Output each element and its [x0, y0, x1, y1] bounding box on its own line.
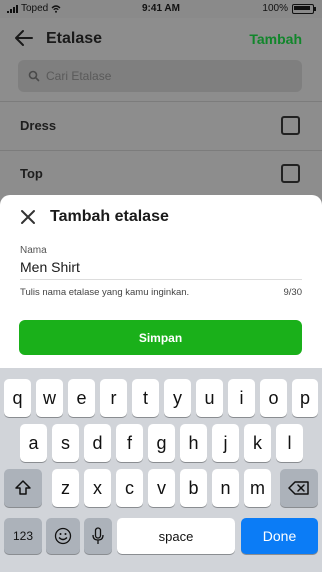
- name-field[interactable]: Men Shirt: [20, 259, 80, 275]
- battery-icon: [292, 3, 316, 14]
- close-icon[interactable]: [20, 209, 36, 225]
- emoji-key[interactable]: [46, 518, 80, 554]
- key-g[interactable]: g: [148, 424, 175, 462]
- key-s[interactable]: s: [52, 424, 79, 462]
- shift-icon: [15, 480, 31, 495]
- key-z[interactable]: z: [52, 469, 79, 507]
- char-counter: 9/30: [283, 287, 303, 298]
- add-showcase-sheet: Tambah etalase Nama Men Shirt Tulis nama…: [0, 195, 322, 375]
- key-r[interactable]: r: [100, 379, 127, 417]
- key-a[interactable]: a: [20, 424, 47, 462]
- key-h[interactable]: h: [180, 424, 207, 462]
- key-x[interactable]: x: [84, 469, 111, 507]
- search-input[interactable]: Cari Etalase: [18, 60, 302, 92]
- shift-key[interactable]: [4, 469, 42, 507]
- name-field-label: Nama: [20, 245, 47, 256]
- done-key[interactable]: Done: [241, 518, 318, 554]
- key-p[interactable]: p: [292, 379, 318, 417]
- back-arrow-icon[interactable]: [12, 26, 36, 50]
- key-o[interactable]: o: [260, 379, 287, 417]
- key-d[interactable]: d: [84, 424, 111, 462]
- field-underline: [20, 279, 302, 280]
- space-key[interactable]: space: [117, 518, 235, 554]
- battery-percent: 100%: [262, 3, 288, 14]
- list-item-label: Top: [20, 166, 43, 181]
- status-bar: Toped 9:41 AM 100%: [0, 0, 322, 18]
- list-item[interactable]: Dress: [0, 102, 322, 150]
- checkbox[interactable]: [281, 164, 300, 183]
- key-c[interactable]: c: [116, 469, 143, 507]
- helper-text: Tulis nama etalase yang kamu inginkan.: [20, 287, 190, 298]
- keyboard: q w e r t y u i o p a s d f g h j k l z …: [0, 368, 322, 572]
- key-q[interactable]: q: [4, 379, 31, 417]
- key-m[interactable]: m: [244, 469, 271, 507]
- key-n[interactable]: n: [212, 469, 239, 507]
- key-t[interactable]: t: [132, 379, 159, 417]
- key-k[interactable]: k: [244, 424, 271, 462]
- key-e[interactable]: e: [68, 379, 95, 417]
- dictation-key[interactable]: [84, 518, 112, 554]
- key-f[interactable]: f: [116, 424, 143, 462]
- sheet-title: Tambah etalase: [50, 208, 169, 225]
- key-v[interactable]: v: [148, 469, 175, 507]
- list-item-label: Dress: [20, 118, 57, 133]
- key-i[interactable]: i: [228, 379, 255, 417]
- key-j[interactable]: j: [212, 424, 239, 462]
- search-placeholder: Cari Etalase: [46, 69, 112, 83]
- save-button[interactable]: Simpan: [19, 320, 302, 355]
- key-y[interactable]: y: [164, 379, 191, 417]
- search-icon: [28, 70, 40, 82]
- key-l[interactable]: l: [276, 424, 303, 462]
- emoji-icon: [54, 527, 72, 545]
- checkbox[interactable]: [281, 116, 300, 135]
- list-item[interactable]: Top: [0, 150, 322, 198]
- key-b[interactable]: b: [180, 469, 207, 507]
- add-button[interactable]: Tambah: [249, 31, 302, 47]
- key-w[interactable]: w: [36, 379, 63, 417]
- backspace-icon: [288, 481, 309, 495]
- microphone-icon: [92, 527, 104, 544]
- backspace-key[interactable]: [280, 469, 318, 507]
- app-header: Etalase Tambah: [0, 18, 322, 58]
- numbers-key[interactable]: 123: [4, 518, 42, 554]
- key-u[interactable]: u: [196, 379, 223, 417]
- page-title: Etalase: [46, 30, 103, 47]
